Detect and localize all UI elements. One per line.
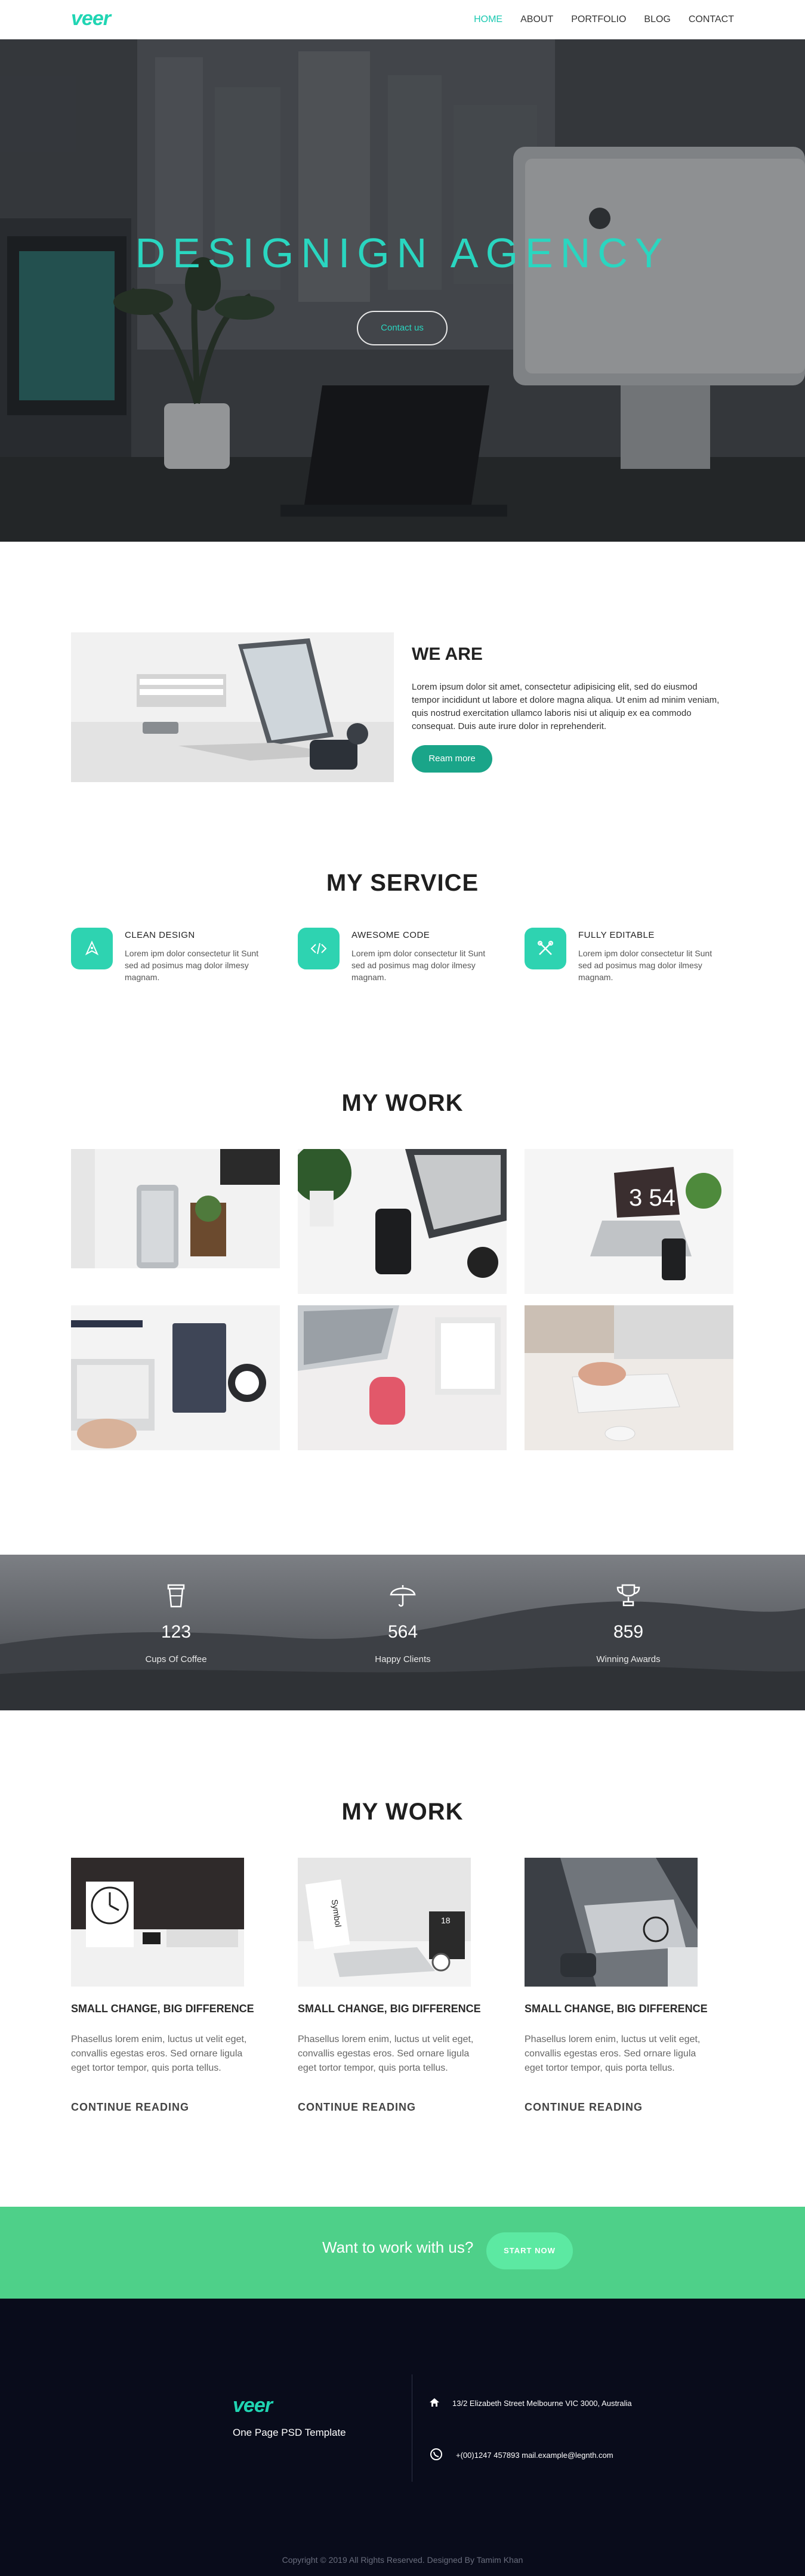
contact-us-button[interactable]: Contact us <box>357 311 448 345</box>
counter-number: 564 <box>387 1622 418 1642</box>
cta-banner: Want to work with us? START NOW <box>0 2207 805 2299</box>
top-navbar: veer HOME ABOUT PORTFOLIO BLOG CONTACT <box>0 0 805 39</box>
counters-section: 123 Cups Of Coffee 564 Happy Clients 859… <box>0 1555 805 1710</box>
blog-post-title[interactable]: SMALL CHANGE, BIG DIFFERENCE <box>298 2003 481 2015</box>
blog-post-image[interactable] <box>71 1858 244 1987</box>
portfolio-item[interactable] <box>71 1149 280 1294</box>
blog-post-image[interactable] <box>525 1858 698 1987</box>
contact-text[interactable]: +(00)1247 457893 mail.example@legnth.com <box>456 2451 613 2460</box>
blog-post-excerpt: Phasellus lorem enim, luctus ut velit eg… <box>71 2034 247 2073</box>
continue-reading-link[interactable]: CONTINUE READING <box>525 2101 643 2114</box>
service-card: FULLY EDITABLE Lorem ipm dolor consectet… <box>525 928 721 993</box>
nav-blog[interactable]: BLOG <box>644 14 670 25</box>
portfolio-item[interactable]: 3 54 <box>525 1149 733 1294</box>
footer-address: 13/2 Elizabeth Street Melbourne VIC 3000… <box>430 2398 632 2408</box>
tools-icon <box>525 928 566 969</box>
continue-reading-link[interactable]: CONTINUE READING <box>298 2101 416 2114</box>
about-image <box>71 632 394 782</box>
address-text: 13/2 Elizabeth Street Melbourne VIC 3000… <box>452 2399 632 2408</box>
blog-post-excerpt: Phasellus lorem enim, luctus ut velit eg… <box>298 2034 474 2073</box>
services-title: MY SERVICE <box>326 870 479 896</box>
umbrella-icon <box>343 1582 462 1609</box>
nav-contact[interactable]: CONTACT <box>689 14 734 25</box>
service-title: CLEAN DESIGN <box>125 930 195 940</box>
service-text: Lorem ipm dolor consectetur lit Sunt sed… <box>125 949 259 982</box>
counter-label: Cups Of Coffee <box>145 1654 207 1664</box>
service-card: AWESOME CODE Lorem ipm dolor consectetur… <box>298 928 495 993</box>
blog-post-title[interactable]: SMALL CHANGE, BIG DIFFERENCE <box>525 2003 708 2015</box>
blog-post-excerpt: Phasellus lorem enim, luctus ut velit eg… <box>525 2034 701 2073</box>
footer-tagline: One Page PSD Template <box>233 2427 346 2438</box>
blog-post-title[interactable]: SMALL CHANGE, BIG DIFFERENCE <box>71 2003 254 2015</box>
counter-number: 123 <box>161 1622 192 1642</box>
copyright-text: Copyright © 2019 All Rights Reserved. De… <box>282 2555 523 2565</box>
nav-portfolio[interactable]: PORTFOLIO <box>571 14 626 25</box>
hero-section: DESIGNIGN AGENCY Contact us <box>0 39 805 542</box>
read-more-button[interactable]: Ream more <box>412 745 492 773</box>
portfolio-item[interactable] <box>298 1305 507 1450</box>
counter-clients: 564 Happy Clients <box>343 1582 462 1664</box>
nav-home[interactable]: HOME <box>474 14 502 25</box>
blog-post-image[interactable]: Symbol 18 <box>298 1858 471 1987</box>
hero-title: DESIGNIGN AGENCY <box>135 230 670 276</box>
code-icon <box>298 928 340 969</box>
start-now-button[interactable]: START NOW <box>486 2232 573 2269</box>
about-title: WE ARE <box>412 644 483 664</box>
pen-nib-icon <box>71 928 113 969</box>
hero-overlay <box>0 39 805 542</box>
home-icon <box>430 2398 439 2408</box>
footer-logo[interactable]: veer <box>233 2394 273 2417</box>
counter-label: Winning Awards <box>596 1654 661 1664</box>
phone-icon <box>430 2448 443 2463</box>
blog-title: MY WORK <box>341 1799 464 1825</box>
footer: veer One Page PSD Template 13/2 Elizabet… <box>0 2299 805 2576</box>
service-text: Lorem ipm dolor consectetur lit Sunt sed… <box>351 949 486 982</box>
counter-coffee: 123 Cups Of Coffee <box>116 1582 236 1664</box>
coffee-cup-icon <box>116 1582 236 1609</box>
site-logo[interactable]: veer <box>71 7 111 30</box>
portfolio-item[interactable] <box>71 1305 280 1450</box>
service-title: FULLY EDITABLE <box>578 930 655 940</box>
portfolio-item[interactable] <box>525 1305 733 1450</box>
footer-contact: +(00)1247 457893 mail.example@legnth.com <box>430 2448 613 2463</box>
service-card: CLEAN DESIGN Lorem ipm dolor consectetur… <box>71 928 268 993</box>
service-text: Lorem ipm dolor consectetur lit Sunt sed… <box>578 949 713 982</box>
main-menu: HOME ABOUT PORTFOLIO BLOG CONTACT <box>474 14 734 25</box>
portfolio-item[interactable] <box>298 1149 507 1294</box>
about-text: Lorem ipsum dolor sit amet, consectetur … <box>412 682 720 731</box>
trophy-icon <box>569 1582 688 1609</box>
laptop-desk-illustration <box>71 632 394 782</box>
portfolio-title: MY WORK <box>341 1090 464 1116</box>
counter-awards: 859 Winning Awards <box>569 1582 688 1664</box>
service-title: AWESOME CODE <box>351 930 430 940</box>
counter-label: Happy Clients <box>375 1654 431 1664</box>
counter-number: 859 <box>613 1622 644 1642</box>
continue-reading-link[interactable]: CONTINUE READING <box>71 2101 189 2114</box>
svg-text:3 54: 3 54 <box>629 1185 676 1211</box>
nav-about[interactable]: ABOUT <box>520 14 553 25</box>
svg-text:18: 18 <box>441 1916 451 1925</box>
cta-text: Want to work with us? <box>322 2238 474 2256</box>
